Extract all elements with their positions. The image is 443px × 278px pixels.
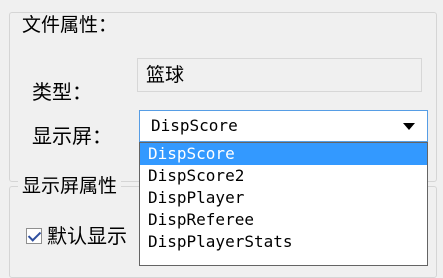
display-select[interactable]: DispScore [139, 110, 428, 142]
type-label: 类型： [32, 80, 92, 104]
display-dropdown-list: DispScore DispScore2 DispPlayer DispRefe… [139, 142, 428, 266]
dropdown-option[interactable]: DispScore2 [140, 165, 427, 187]
dropdown-option[interactable]: DispScore [140, 143, 427, 165]
display-label: 显示屏： [32, 124, 112, 148]
display-properties-legend: 显示屏属性 [18, 175, 122, 197]
default-display-checkbox[interactable] [26, 228, 42, 244]
dropdown-option[interactable]: DispPlayerStats [140, 231, 427, 253]
default-display-label[interactable]: 默认显示 [47, 224, 127, 248]
file-properties-legend: 文件属性： [18, 14, 122, 36]
dropdown-option[interactable]: DispPlayer [140, 187, 427, 209]
type-value-field: 篮球 [137, 58, 422, 92]
dropdown-option[interactable]: DispReferee [140, 209, 427, 231]
dropdown-arrow-icon[interactable] [403, 123, 415, 130]
type-value: 篮球 [146, 64, 185, 86]
display-select-value: DispScore [151, 116, 238, 135]
